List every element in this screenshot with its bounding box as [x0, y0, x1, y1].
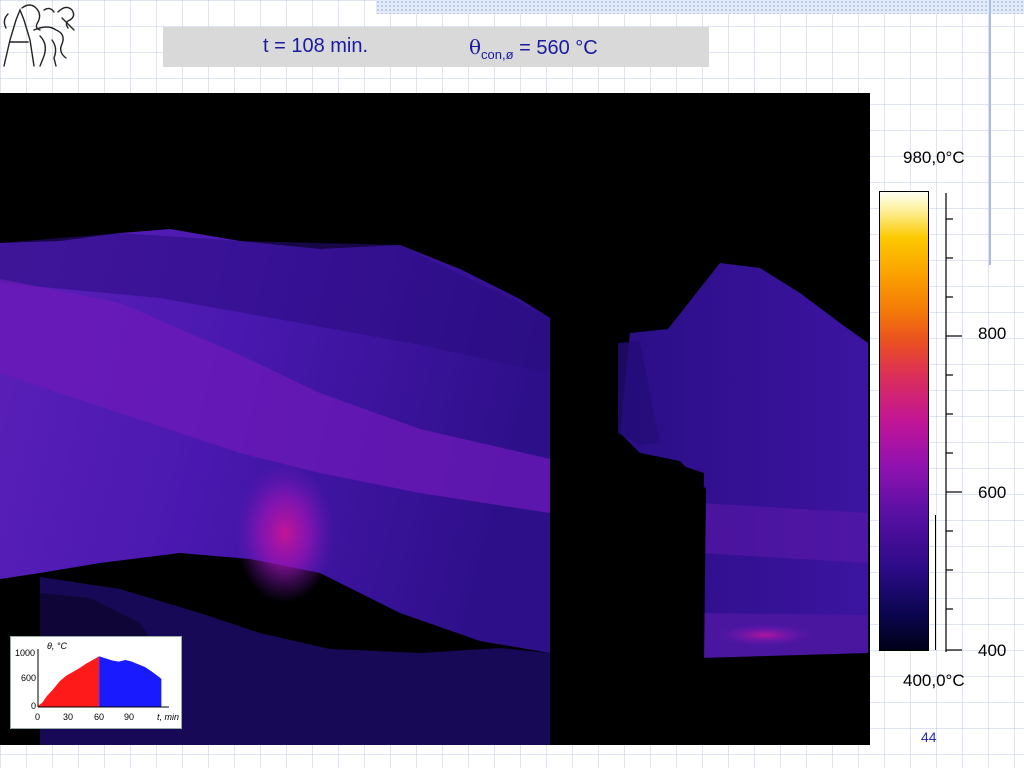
inset-y-axis-label: θ, °C — [47, 641, 67, 651]
color-scale-max-label: 980,0°C — [903, 148, 965, 167]
heating-phase-area — [38, 656, 100, 707]
connection-temperature-label: θcon,ø = 560 °C — [469, 35, 598, 62]
color-scale-tick-600: 600 — [978, 483, 1007, 502]
elapsed-time-label: t = 108 min. — [263, 35, 369, 57]
color-scale-min-label: 400,0°C — [903, 671, 965, 690]
page-number: 44 — [921, 729, 937, 745]
cooling-phase-area — [99, 656, 162, 707]
temperature-value: = 560 °C — [513, 37, 598, 59]
color-scale-tick-800: 800 — [978, 324, 1007, 343]
color-scale-tick-400: 400 — [978, 641, 1007, 660]
university-logo — [3, 4, 75, 67]
temperature-subscript: con,ø — [481, 47, 514, 62]
inset-y-tick-0: 0 — [31, 701, 36, 711]
header-bar: t = 108 min. θcon,ø = 560 °C — [163, 27, 709, 67]
color-scale-bar — [879, 191, 929, 651]
color-scale-bracket — [935, 515, 936, 650]
right-decorative-rule — [989, 0, 991, 265]
theta-symbol: θ — [469, 35, 482, 59]
inset-x-tick-60: 60 — [94, 712, 104, 722]
top-decorative-band — [376, 0, 1024, 14]
fire-curve-plot: θ, °C t, min 1000 600 0 0 30 60 90 — [15, 641, 179, 722]
inset-y-tick-600: 600 — [21, 673, 36, 683]
inset-x-tick-0: 0 — [35, 712, 40, 722]
inset-x-tick-30: 30 — [63, 712, 73, 722]
inset-x-tick-90: 90 — [124, 712, 134, 722]
color-scale-tick-axis — [945, 193, 962, 652]
fire-curve-inset-chart: θ, °C t, min 1000 600 0 0 30 60 90 — [10, 636, 182, 729]
inset-y-tick-1000: 1000 — [15, 648, 35, 658]
inset-x-axis-label: t, min — [157, 712, 179, 722]
